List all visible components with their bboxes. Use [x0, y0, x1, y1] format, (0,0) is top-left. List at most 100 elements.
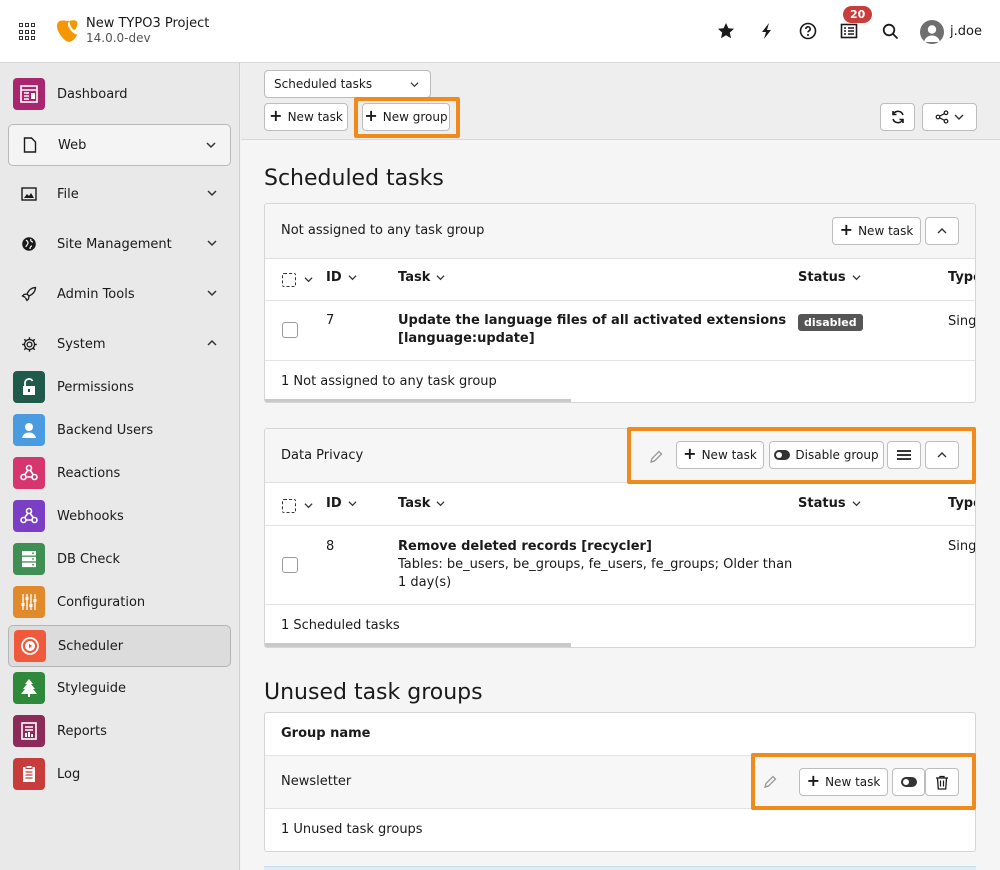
system-information-icon[interactable] [838, 20, 860, 42]
refresh-icon [891, 110, 904, 124]
doc-header: Scheduled tasks + New task + New group [241, 63, 1000, 140]
search-icon[interactable] [879, 20, 901, 42]
sidebar-item-web[interactable]: Web [8, 124, 231, 166]
sidebar-item-reactions[interactable]: Reactions [8, 452, 231, 494]
task-details: Tables: be_users, be_groups, fe_users, f… [398, 557, 793, 572]
column-label: Type [948, 270, 975, 285]
column-label: Task [398, 270, 431, 285]
view-select[interactable]: Scheduled tasks [264, 70, 431, 98]
sidebar-item-log[interactable]: Log [8, 753, 231, 795]
sidebar-item-dashboard[interactable]: Dashboard [8, 73, 231, 115]
star-icon[interactable] [715, 20, 737, 42]
sidebar-item-system[interactable]: System [8, 323, 231, 365]
column-header-type[interactable]: Type [948, 496, 975, 511]
sidebar-item-scheduler[interactable]: Scheduler [8, 625, 231, 667]
column-label: Status [798, 270, 846, 285]
plus-icon: + [839, 220, 854, 239]
sidebar-item-backend-users[interactable]: Backend Users [8, 409, 231, 451]
column-header-status[interactable]: Status [798, 496, 861, 511]
sidebar-item-permissions[interactable]: Permissions [8, 366, 231, 408]
app-menu-icon[interactable] [19, 23, 37, 41]
task-name[interactable]: Remove deleted records [recycler] [398, 539, 652, 554]
task-name[interactable]: Update the language files of all activat… [398, 313, 786, 328]
rocket-icon [20, 285, 38, 303]
flash-icon[interactable] [756, 20, 778, 42]
horizontal-scrollbar[interactable] [265, 399, 571, 402]
panel-new-task-button[interactable]: + New task [832, 217, 921, 245]
project-version: 14.0.0-dev [86, 31, 151, 45]
top-bar: New TYPO3 Project 14.0.0-dev 20 j.doe [0, 0, 1000, 63]
column-header-group-name: Group name [281, 726, 371, 741]
new-task-button[interactable]: + New task [264, 103, 348, 131]
sidebar-item-label: Webhooks [57, 508, 124, 524]
report-icon [13, 715, 45, 747]
sidebar-item-label: DB Check [57, 551, 121, 567]
divider [265, 525, 975, 526]
sidebar-item-label: Reactions [57, 465, 121, 481]
lock-icon [13, 371, 45, 403]
column-header-task[interactable]: Task [398, 496, 445, 511]
sidebar-item-label: Reports [57, 723, 107, 739]
share-button[interactable] [922, 103, 977, 131]
sidebar-item-label: Dashboard [57, 86, 128, 102]
project-name: New TYPO3 Project [86, 16, 210, 31]
chevron-down-icon[interactable] [304, 275, 313, 284]
sidebar-item-label: Log [57, 766, 81, 782]
column-header-type[interactable]: Type [948, 270, 975, 285]
column-label: ID [326, 496, 342, 511]
sidebar-item-db-check[interactable]: DB Check [8, 538, 231, 580]
chevron-down-icon[interactable] [304, 501, 313, 510]
sidebar-item-admin-tools[interactable]: Admin Tools [8, 273, 231, 315]
panel-title: Data Privacy [281, 448, 364, 463]
new-task-label: New task [858, 224, 914, 238]
section-title: Unused task groups [264, 680, 483, 705]
sidebar-item-site-management[interactable]: Site Management [8, 223, 231, 265]
row-checkbox[interactable] [282, 322, 298, 338]
highlight-new-group [354, 97, 460, 138]
column-header-id[interactable]: ID [326, 496, 357, 511]
sidebar-item-reports[interactable]: Reports [8, 710, 231, 752]
scheduler-icon [14, 630, 46, 662]
gear-icon [20, 335, 38, 353]
select-all-checkbox[interactable] [282, 499, 296, 513]
column-label: ID [326, 270, 342, 285]
chevron-down-icon [207, 240, 217, 247]
reload-button[interactable] [880, 103, 915, 131]
user-icon [13, 414, 45, 446]
sidebar-item-webhooks[interactable]: Webhooks [8, 495, 231, 537]
chevron-down-icon [436, 501, 445, 507]
main-content: Scheduled tasks + New task + New group S… [241, 63, 1000, 870]
row-checkbox[interactable] [282, 557, 298, 573]
column-header-status[interactable]: Status [798, 270, 861, 285]
webhook-icon [13, 457, 45, 489]
select-all-checkbox[interactable] [282, 273, 296, 287]
avatar[interactable] [920, 20, 944, 44]
chevron-down-icon [852, 501, 861, 507]
task-details-continued: 1 day(s) [398, 575, 452, 590]
sidebar: Dashboard Web File Site Management Admin… [0, 63, 240, 870]
column-header-id[interactable]: ID [326, 270, 357, 285]
sidebar-item-label: Permissions [57, 379, 134, 395]
horizontal-scrollbar[interactable] [265, 643, 571, 647]
share-icon [935, 110, 949, 124]
sidebar-item-label: Backend Users [57, 422, 154, 438]
username[interactable]: j.doe [950, 24, 982, 39]
typo3-logo[interactable] [56, 19, 78, 43]
sidebar-item-styleguide[interactable]: Styleguide [8, 667, 231, 709]
sidebar-item-label: Styleguide [57, 680, 127, 696]
divider [265, 300, 975, 301]
chevron-down-icon [348, 275, 357, 281]
collapse-button[interactable] [925, 217, 959, 245]
sidebar-item-file[interactable]: File [8, 173, 231, 215]
tree-icon [13, 672, 45, 704]
help-icon[interactable] [797, 20, 819, 42]
plus-icon: + [269, 106, 283, 125]
database-icon [13, 543, 45, 575]
column-header-task[interactable]: Task [398, 270, 445, 285]
sidebar-item-label: Configuration [57, 594, 146, 610]
sidebar-item-configuration[interactable]: Configuration [8, 581, 231, 623]
divider [265, 604, 975, 605]
dashboard-icon [13, 78, 45, 110]
chevron-down-icon [206, 142, 216, 149]
sidebar-item-label: Admin Tools [57, 286, 135, 302]
